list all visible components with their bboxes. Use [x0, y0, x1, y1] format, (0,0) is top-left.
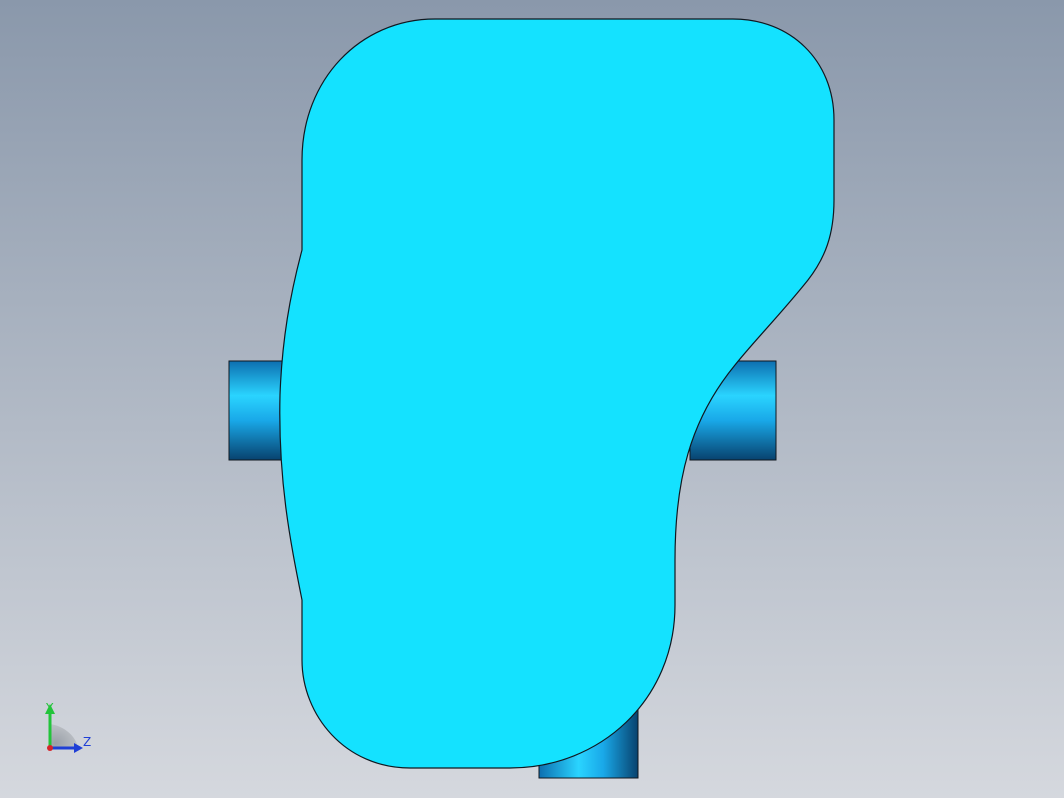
x-axis-dot-icon [47, 745, 53, 751]
z-axis-label: Z [83, 735, 91, 749]
graphics-viewport[interactable]: Y Z [0, 0, 1064, 798]
model-view[interactable]: Y Z [0, 0, 1064, 798]
y-axis-label: Y [45, 701, 54, 715]
